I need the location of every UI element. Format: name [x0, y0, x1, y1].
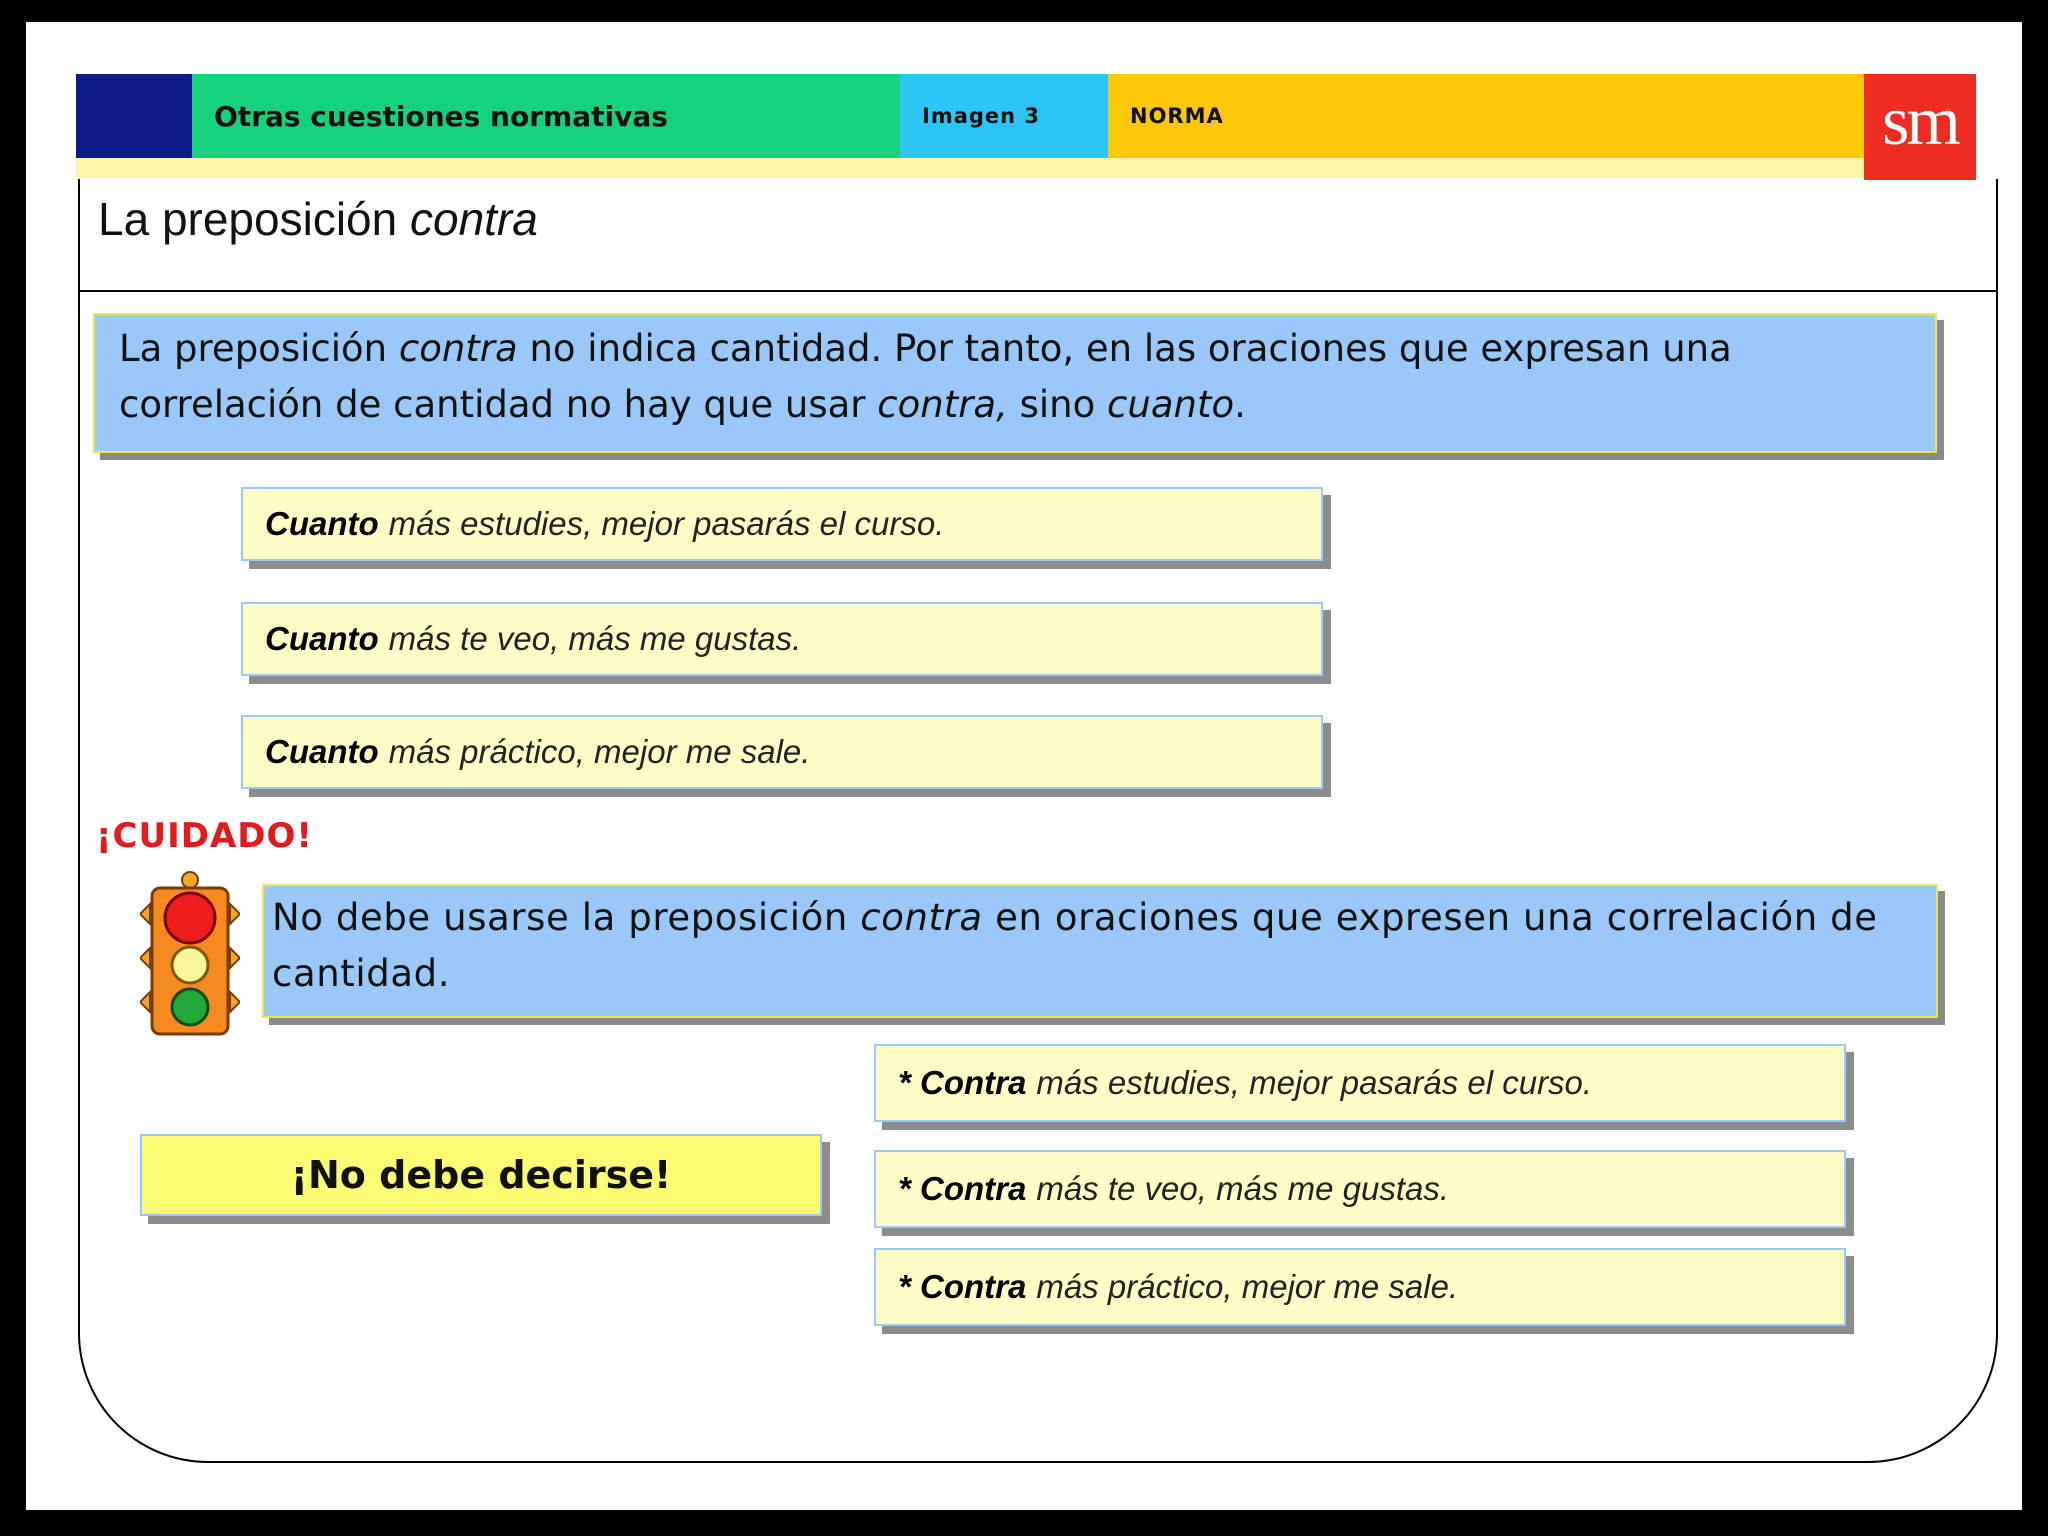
- rule-italic-3: cuanto: [1107, 383, 1235, 426]
- example-keyword: * Contra: [898, 1268, 1027, 1305]
- warning-italic: contra: [860, 896, 983, 939]
- slide: Otras cuestiones normativas Imagen 3 NOR…: [26, 22, 2022, 1510]
- incorrect-example: * Contra más estudies, mejor pasarás el c…: [874, 1044, 1846, 1122]
- correct-example: Cuanto más te veo, más me gustas.: [241, 602, 1323, 676]
- example-text: más estudies, mejor pasarás el curso.: [388, 505, 945, 542]
- header-section: Otras cuestiones normativas: [192, 74, 900, 158]
- example-text: más práctico, mejor me sale.: [1036, 1268, 1459, 1305]
- rule-panel: La preposición contra no indica cantidad…: [93, 313, 1937, 453]
- example-keyword: Cuanto: [265, 505, 379, 542]
- example-keyword: Cuanto: [265, 620, 379, 657]
- header-image-label: Imagen 3: [922, 104, 1041, 128]
- example-text: más te veo, más me gustas.: [1036, 1170, 1450, 1207]
- warning-panel: No debe usarse la preposición contra en …: [262, 884, 1938, 1018]
- example-keyword: * Contra: [898, 1064, 1027, 1101]
- header-category: NORMA: [1108, 74, 1864, 158]
- incorrect-example: * Contra más práctico, mejor me sale.: [874, 1248, 1846, 1326]
- example-text: más estudies, mejor pasarás el curso.: [1036, 1064, 1593, 1101]
- example-keyword: * Contra: [898, 1170, 1027, 1207]
- no-debe-decirse-label: ¡No debe decirse!: [140, 1134, 822, 1216]
- rule-text-3: sino: [1007, 383, 1108, 426]
- rule-text-1: La preposición: [119, 327, 399, 370]
- warning-text-1: No debe usarse la preposición: [272, 896, 861, 939]
- correct-example: Cuanto más práctico, mejor me sale.: [241, 715, 1323, 789]
- header-strip: [76, 158, 1864, 178]
- rule-text-4: .: [1234, 383, 1246, 426]
- header-section-label: Otras cuestiones normativas: [214, 99, 668, 133]
- rule-italic-2: contra,: [877, 383, 1008, 426]
- sm-logo: sm: [1864, 74, 1976, 180]
- header-navy-block: [76, 74, 192, 158]
- incorrect-example: * Contra más te veo, más me gustas.: [874, 1150, 1846, 1228]
- rule-italic-1: contra: [398, 327, 518, 370]
- traffic-light-icon: [138, 868, 242, 1036]
- warning-label: ¡CUIDADO!: [96, 816, 313, 856]
- header-category-label: NORMA: [1130, 104, 1224, 128]
- header-image-number: Imagen 3: [900, 74, 1108, 158]
- correct-example: Cuanto más estudies, mejor pasarás el cur…: [241, 487, 1323, 561]
- example-keyword: Cuanto: [265, 733, 379, 770]
- example-text: más te veo, más me gustas.: [388, 620, 802, 657]
- example-text: más práctico, mejor me sale.: [388, 733, 811, 770]
